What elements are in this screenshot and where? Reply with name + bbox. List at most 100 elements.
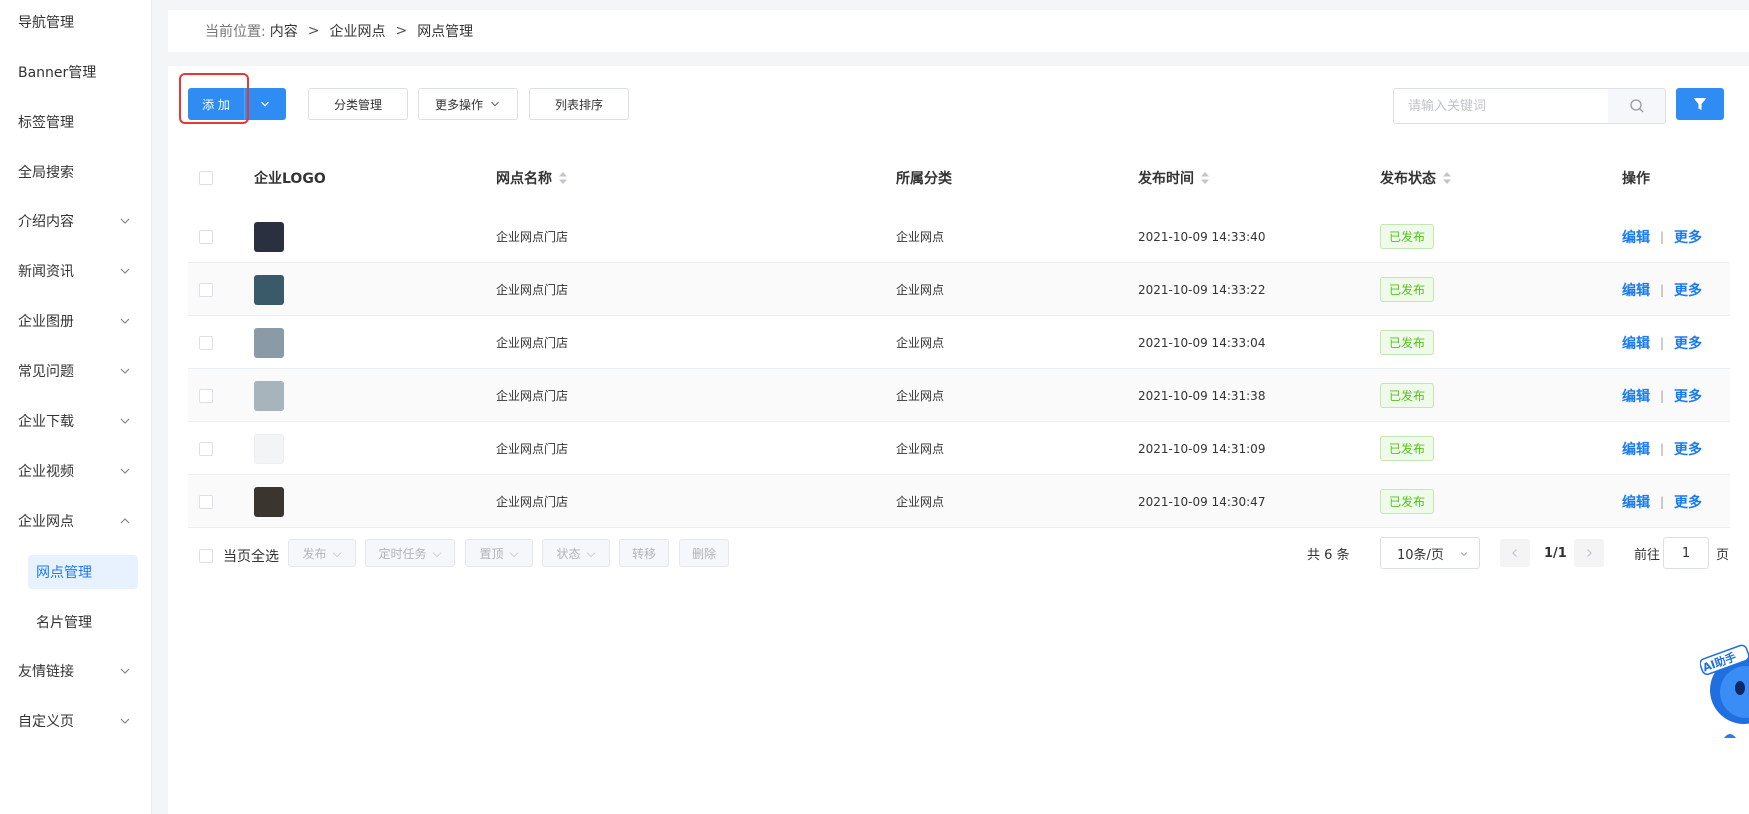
sidebar-item-custom-page[interactable]: 自定义页 <box>0 704 152 738</box>
row-checkbox-cell[interactable] <box>199 316 213 369</box>
chevron-down-icon: ⌵ <box>586 545 596 560</box>
checkbox[interactable] <box>199 335 213 350</box>
outlet-thumbnail[interactable] <box>254 486 284 517</box>
bulk-delete-button[interactable]: 删除 <box>679 539 729 567</box>
more-link[interactable]: 更多 <box>1674 227 1702 247</box>
row-checkbox-cell[interactable] <box>199 369 213 422</box>
sidebar-item-banner[interactable]: Banner管理 <box>0 55 152 89</box>
chevron-down-icon <box>120 218 130 224</box>
bulk-transfer-button[interactable]: 转移 <box>619 539 669 567</box>
sidebar-item-video[interactable]: 企业视频 <box>0 454 152 488</box>
table-row[interactable]: 企业网点门店 企业网点 2021-10-09 14:30:47 已发布 编辑 |… <box>188 475 1730 528</box>
page-size-select[interactable]: 10条/页 <box>1380 537 1480 569</box>
sidebar-subitem-label: 名片管理 <box>36 615 92 631</box>
checkbox[interactable] <box>199 441 213 456</box>
category-manage-button[interactable]: 分类管理 <box>308 88 408 120</box>
table-body: 企业网点门店 企业网点 2021-10-09 14:33:40 已发布 编辑 |… <box>188 210 1730 528</box>
bulk-action-label: 发布 <box>302 546 327 561</box>
sidebar-item-nav[interactable]: 导航管理 <box>0 5 152 39</box>
sidebar-item-album[interactable]: 企业图册 <box>0 304 152 338</box>
checkbox[interactable] <box>199 282 213 297</box>
sidebar-item-intro[interactable]: 介绍内容 <box>0 204 152 238</box>
table-row[interactable]: 企业网点门店 企业网点 2021-10-09 14:31:09 已发布 编辑 |… <box>188 422 1730 475</box>
sidebar-item-tags[interactable]: 标签管理 <box>0 105 152 139</box>
row-checkbox-cell[interactable] <box>199 263 213 316</box>
table-row[interactable]: 企业网点门店 企业网点 2021-10-09 14:33:22 已发布 编辑 |… <box>188 263 1730 316</box>
more-link[interactable]: 更多 <box>1674 439 1702 459</box>
outlet-thumbnail[interactable] <box>254 221 284 252</box>
sidebar-subitem-outlet-manage[interactable]: 网点管理 <box>28 555 138 589</box>
row-checkbox-cell[interactable] <box>199 422 213 475</box>
filter-button[interactable] <box>1676 88 1724 120</box>
edit-link[interactable]: 编辑 <box>1622 227 1650 247</box>
row-checkbox-cell[interactable] <box>199 475 213 528</box>
status-cell: 已发布 <box>1380 369 1435 422</box>
table-row[interactable]: 企业网点门店 企业网点 2021-10-09 14:31:38 已发布 编辑 |… <box>188 369 1730 422</box>
outlet-thumbnail[interactable] <box>254 274 284 305</box>
column-header-name[interactable]: 网点名称 <box>496 146 568 210</box>
next-page-button[interactable] <box>1574 539 1604 567</box>
outlet-thumbnail[interactable] <box>254 327 284 358</box>
time-cell: 2021-10-09 14:33:04 <box>1138 316 1265 369</box>
sort-icon[interactable] <box>558 171 568 185</box>
time-cell: 2021-10-09 14:31:38 <box>1138 369 1265 422</box>
add-dropdown-button[interactable] <box>244 88 286 120</box>
add-button[interactable]: 添 加 <box>188 88 244 120</box>
prev-page-button[interactable] <box>1500 539 1530 567</box>
more-actions-button[interactable]: 更多操作 <box>418 88 518 120</box>
breadcrumb-separator: > <box>395 23 408 39</box>
name-cell: 企业网点门店 <box>496 263 568 316</box>
chevron-down-icon <box>491 101 499 107</box>
list-sort-button[interactable]: 列表排序 <box>529 88 629 120</box>
sidebar-item-global-search[interactable]: 全局搜索 <box>0 155 152 189</box>
checkbox[interactable] <box>199 229 213 244</box>
checkbox[interactable] <box>199 388 213 403</box>
bulk-schedule-button[interactable]: 定时任务 ⌵ <box>365 539 455 567</box>
sidebar-item-links[interactable]: 友情链接 <box>0 654 152 688</box>
bulk-publish-button[interactable]: 发布 ⌵ <box>288 539 356 567</box>
sidebar-item-download[interactable]: 企业下载 <box>0 404 152 438</box>
ops-cell: 编辑 | 更多 <box>1622 475 1702 528</box>
checkbox[interactable] <box>199 171 213 185</box>
header-select-all-checkbox[interactable] <box>199 146 213 210</box>
search-input[interactable] <box>1393 88 1609 124</box>
row-checkbox-cell[interactable] <box>199 210 213 263</box>
sidebar-subitem-card-manage[interactable]: 名片管理 <box>28 605 138 639</box>
edit-link[interactable]: 编辑 <box>1622 280 1650 300</box>
edit-link[interactable]: 编辑 <box>1622 439 1650 459</box>
column-header-time[interactable]: 发布时间 <box>1138 146 1210 210</box>
bulk-action-label: 删除 <box>691 546 716 561</box>
more-link[interactable]: 更多 <box>1674 492 1702 512</box>
edit-link[interactable]: 编辑 <box>1622 333 1650 353</box>
outlet-thumbnail[interactable] <box>254 433 284 464</box>
select-all-control[interactable]: 当页全选 <box>199 546 279 566</box>
column-header-status[interactable]: 发布状态 <box>1380 146 1452 210</box>
publish-time: 2021-10-09 14:33:22 <box>1138 282 1266 297</box>
sidebar-item-faq[interactable]: 常见问题 <box>0 354 152 388</box>
bulk-action-label: 定时任务 <box>378 546 427 561</box>
ai-helper-widget[interactable]: AI助手 <box>1699 630 1749 745</box>
more-link[interactable]: 更多 <box>1674 280 1702 300</box>
chevron-right-icon <box>1587 549 1592 557</box>
edit-link[interactable]: 编辑 <box>1622 386 1650 406</box>
goto-page-input[interactable] <box>1663 537 1709 569</box>
breadcrumb-item[interactable]: 内容 <box>270 21 298 41</box>
bulk-status-button[interactable]: 状态 ⌵ <box>542 539 610 567</box>
chevron-down-icon <box>120 318 130 324</box>
table-row[interactable]: 企业网点门店 企业网点 2021-10-09 14:33:04 已发布 编辑 |… <box>188 316 1730 369</box>
table-row[interactable]: 企业网点门店 企业网点 2021-10-09 14:33:40 已发布 编辑 |… <box>188 210 1730 263</box>
more-link[interactable]: 更多 <box>1674 386 1702 406</box>
sort-icon[interactable] <box>1200 171 1210 185</box>
sidebar-item-news[interactable]: 新闻资讯 <box>0 254 152 288</box>
edit-link[interactable]: 编辑 <box>1622 492 1650 512</box>
bulk-pin-button[interactable]: 置顶 ⌵ <box>465 539 533 567</box>
sort-icon[interactable] <box>1442 171 1452 185</box>
checkbox[interactable] <box>199 549 213 563</box>
sidebar-item-outlets[interactable]: 企业网点 <box>0 504 152 538</box>
search-button[interactable] <box>1608 88 1666 124</box>
breadcrumb-item[interactable]: 企业网点 <box>329 21 385 41</box>
outlet-thumbnail[interactable] <box>254 380 284 411</box>
sidebar: 导航管理 Banner管理 标签管理 全局搜索 介绍内容 新闻资讯 企业图册 常… <box>0 0 152 814</box>
checkbox[interactable] <box>199 494 213 509</box>
more-link[interactable]: 更多 <box>1674 333 1702 353</box>
